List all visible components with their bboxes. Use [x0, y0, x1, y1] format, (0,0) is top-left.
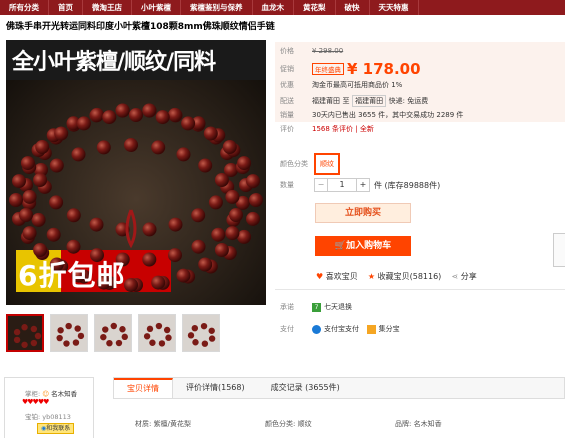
heart-icon: ♥: [316, 272, 324, 281]
ship-dest-select[interactable]: 福建莆田: [352, 95, 387, 107]
detail-tabs: 宝贝详情 评价详情(1568) 成交记录 (3655件): [113, 377, 565, 399]
side-floating-tab[interactable]: [553, 233, 565, 267]
sales-text: 30天内已售出 3655 件，其中交易成功 2289 件: [312, 111, 464, 119]
pay-label: 支付: [280, 325, 294, 333]
banner-bottom-text: 6折包邮: [18, 259, 126, 292]
ship-label: 配送: [280, 97, 294, 105]
promise-label: 承诺: [280, 303, 294, 311]
tab-2[interactable]: 成交记录 (3655件): [258, 378, 353, 398]
nav-item[interactable]: 紫檀鉴别与保养: [181, 0, 253, 15]
seller-name[interactable]: 名木知香: [51, 390, 77, 398]
ship-method: 快递: 免运费: [388, 97, 429, 105]
product-thumbnail[interactable]: [50, 314, 88, 352]
share-icon: ⋖: [451, 272, 459, 281]
credit-hearts-icon: ♥♥♥♥♥: [22, 398, 49, 406]
share-link[interactable]: 分享: [461, 271, 477, 282]
promise-row: 承诺 7 七天退换: [280, 302, 352, 312]
nav-item[interactable]: 天天特惠: [370, 0, 419, 15]
original-price: ¥ 298.00: [312, 47, 344, 55]
divider: [275, 289, 565, 290]
favorite-link[interactable]: 收藏宝贝(58116): [378, 271, 442, 282]
payment-row: 支付 支付宝支付 集分宝: [280, 324, 400, 334]
nav-item[interactable]: 黄花梨: [294, 0, 336, 15]
return-icon: 7: [312, 302, 321, 312]
ship-from: 福建莆田: [312, 97, 340, 105]
nav-item[interactable]: 小叶紫檀: [132, 0, 181, 15]
tab-0[interactable]: 宝贝详情: [114, 378, 173, 398]
perk-text: 淘金币最高可抵用商品价 1%: [312, 81, 403, 89]
buy-now-button[interactable]: 立即购买: [315, 203, 411, 223]
alipay-icon: [312, 324, 321, 334]
promo-row: 促销 年终盛典 ¥ 178.00: [280, 60, 421, 78]
add-to-cart-button[interactable]: 🛒加入购物车: [315, 236, 411, 256]
nav-item[interactable]: 血龙木: [253, 0, 294, 15]
quantity-row: 数量 − 1 + 件 (库存89888件): [280, 178, 440, 192]
nav-item[interactable]: 首页: [49, 0, 83, 15]
rating-row: 评价 1568 条评价 | 全新: [280, 124, 374, 134]
sales-label: 销量: [280, 111, 294, 119]
product-thumbnail[interactable]: [94, 314, 132, 352]
perk-label: 优惠: [280, 81, 294, 89]
nav-item[interactable]: 破快: [336, 0, 370, 15]
jifen-text: 集分宝: [378, 325, 400, 333]
contact-label: 和我联系: [46, 425, 71, 432]
product-thumbnail[interactable]: [182, 314, 220, 352]
promise-text[interactable]: 七天退换: [324, 302, 352, 312]
alipay-text: 支付宝支付: [324, 325, 359, 333]
perk-row: 优惠 淘金币最高可抵用商品价 1%: [280, 80, 402, 90]
add-to-cart-label: 加入购物车: [346, 241, 392, 251]
product-thumbnail[interactable]: [138, 314, 176, 352]
main-product-image[interactable]: 全小叶紫檀/顺纹/同料 6折包邮: [6, 40, 266, 305]
shop-card: 掌柜: ☺ 名木知香 ♥♥♥♥♥ 宝铂: yb08113 ◉和我联系: [4, 377, 94, 438]
attr-brand: 品牌: 名木知香: [395, 420, 442, 428]
price-label: 价格: [280, 47, 294, 55]
promo-price: ¥ 178.00: [347, 60, 421, 78]
product-title: 佛珠手串开光转运同料印度小叶紫檀108颗8mm佛珠顺纹情侣手链: [6, 22, 275, 32]
tab-1[interactable]: 评价详情(1568): [173, 378, 258, 398]
star-icon: ★: [367, 272, 376, 281]
rating-link[interactable]: 1568 条评价 | 全新: [312, 124, 374, 134]
color-label: 颜色分类: [280, 160, 308, 168]
qty-increase-button[interactable]: +: [356, 178, 370, 192]
stock-text: 件 (库存89888件): [374, 180, 441, 190]
banner-top-text: 全小叶紫檀/顺纹/同料: [12, 50, 216, 75]
thumbnail-strip: [6, 314, 226, 352]
shop-rank: 宝铂: yb08113: [25, 413, 71, 421]
jifen-icon: [366, 324, 376, 334]
sales-row: 销量 30天内已售出 3655 件，其中交易成功 2289 件: [280, 110, 463, 120]
like-link[interactable]: 喜欢宝贝: [326, 271, 358, 282]
seller-label: 掌柜:: [25, 390, 41, 398]
promo-label: 促销: [280, 65, 294, 73]
attr-color: 颜色分类: 顺纹: [265, 420, 312, 428]
nav-item[interactable]: 微淘王店: [83, 0, 132, 15]
contact-seller-button[interactable]: ◉和我联系: [37, 423, 75, 434]
social-row: ♥ 喜欢宝贝 ★ 收藏宝贝(58116) ⋖ 分享: [316, 271, 477, 282]
rating-label: 评价: [280, 125, 294, 133]
promo-badge: 年终盛典: [312, 63, 344, 75]
shipping-row: 配送 福建莆田 至 福建莆田 快递: 免运费: [280, 95, 428, 107]
cart-icon: 🛒: [334, 241, 347, 251]
qty-input[interactable]: 1: [328, 178, 356, 192]
top-nav: 所有分类 首页 微淘王店 小叶紫檀 紫檀鉴别与保养 血龙木 黄花梨 破快 天天特惠: [0, 0, 565, 15]
product-thumbnail[interactable]: [6, 314, 44, 352]
nav-item[interactable]: 所有分类: [0, 0, 49, 15]
color-row: 颜色分类 顺纹: [280, 153, 340, 175]
ship-to-word: 至: [342, 97, 350, 105]
qty-label: 数量: [280, 181, 294, 189]
attr-material: 材质: 紫檀/黄花梨: [135, 420, 191, 428]
qty-decrease-button[interactable]: −: [314, 178, 328, 192]
price-row: 价格 ¥ 298.00: [280, 46, 343, 56]
seller-icon: ☺: [42, 390, 50, 398]
color-option-shunwen[interactable]: 顺纹: [314, 153, 340, 175]
